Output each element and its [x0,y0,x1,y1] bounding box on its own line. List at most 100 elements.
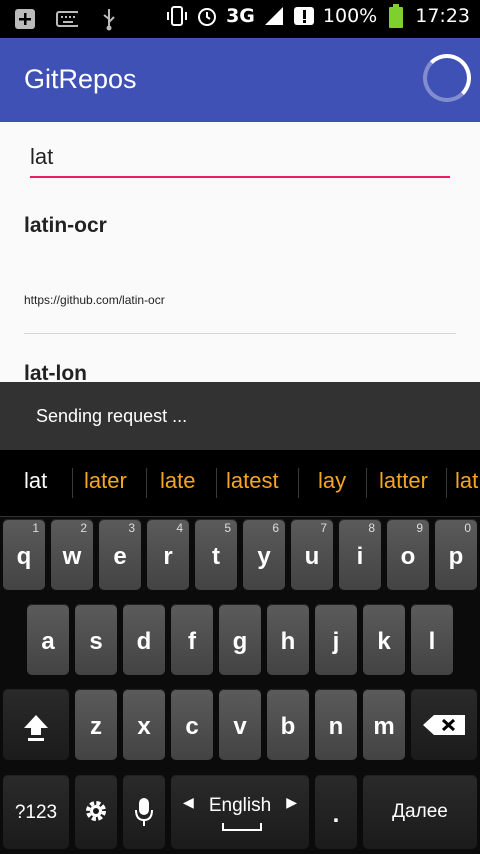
key-a[interactable]: a [27,604,69,675]
key-label: x [137,713,151,740]
key-label: o [400,543,416,570]
status-notifications [14,8,120,31]
key-hint: 3 [128,521,135,535]
key-label: . [332,801,340,828]
suggestion-item[interactable]: late [160,468,195,494]
key-r[interactable]: 4r [147,519,189,590]
key-label: a [41,628,55,655]
repo-name[interactable]: latin-ocr [24,214,107,238]
key-hint: 9 [416,521,423,535]
app-bar: GitRepos [0,38,480,122]
key-hint: 7 [320,521,327,535]
key-v[interactable]: v [219,689,261,760]
key-hint: 0 [464,521,471,535]
suggestion-divider [146,468,147,498]
key-label: n [328,713,344,740]
key-label: c [185,713,199,740]
key-t[interactable]: 5t [195,519,237,590]
app-title: GitRepos [24,64,137,94]
battery-icon [385,4,407,28]
key-g[interactable]: g [219,604,261,675]
suggestion-typed[interactable]: lat [24,468,47,494]
key-label: q [16,543,32,570]
key-m[interactable]: m [363,689,405,760]
key-hint: 4 [176,521,183,535]
suggestion-item[interactable]: lat [455,468,478,494]
key-j[interactable]: j [315,604,357,675]
microphone-icon [134,797,154,831]
main-content: latin-ocr https://github.com/latin-ocr l… [0,122,480,382]
space-key[interactable]: ◀ English ▶ [171,775,309,849]
snackbar-text: Sending request ... [36,406,188,426]
key-d[interactable]: d [123,604,165,675]
key-y[interactable]: 6y [243,519,285,590]
key-label: h [280,628,296,655]
add-box-icon [14,8,36,30]
key-label: ?123 [14,802,58,823]
key-l[interactable]: l [411,604,453,675]
key-label: b [280,713,296,740]
key-label: r [163,543,173,570]
backspace-key[interactable] [411,689,477,760]
key-hint: 6 [272,521,279,535]
key-label: s [89,628,103,655]
key-x[interactable]: x [123,689,165,760]
key-n[interactable]: n [315,689,357,760]
loading-spinner-icon [423,54,471,102]
alarm-icon [196,5,218,27]
key-label: i [356,543,364,570]
suggestion-divider [72,468,73,498]
gear-icon [84,799,108,827]
soft-keyboard: 1q 2w 3e 4r 5t 6y 7u 8i 9o 0p a s d f g … [0,517,480,854]
key-label: v [233,713,247,740]
space-bar-icon [222,823,262,831]
key-hint: 5 [224,521,231,535]
enter-key[interactable]: Далее [363,775,477,849]
key-w[interactable]: 2w [51,519,93,590]
alert-icon [293,5,315,27]
clock: 17:23 [415,5,470,27]
key-hint: 1 [32,521,39,535]
key-o[interactable]: 9o [387,519,429,590]
voice-input-key[interactable] [123,775,165,849]
repo-url[interactable]: https://github.com/latin-ocr [24,293,165,307]
suggestion-divider [366,468,367,498]
key-s[interactable]: s [75,604,117,675]
key-hint: 2 [80,521,87,535]
period-key[interactable]: . [315,775,357,849]
suggestion-strip: lat later late latest lay latter lat [0,450,480,517]
key-label: g [232,628,248,655]
key-k[interactable]: k [363,604,405,675]
key-b[interactable]: b [267,689,309,760]
key-label: z [90,713,102,740]
key-e[interactable]: 3e [99,519,141,590]
key-u[interactable]: 7u [291,519,333,590]
key-label: m [373,713,395,740]
suggestion-item[interactable]: latest [226,468,279,494]
search-input[interactable] [30,138,450,178]
key-i[interactable]: 8i [339,519,381,590]
shift-icon [22,713,50,745]
repo-name[interactable]: lat-lon [24,362,87,382]
key-c[interactable]: c [171,689,213,760]
settings-key[interactable] [75,775,117,849]
suggestion-item[interactable]: lay [318,468,346,494]
key-z[interactable]: z [75,689,117,760]
status-indicators: 3G 100% 17:23 [166,4,470,28]
suggestion-item[interactable]: later [84,468,127,494]
key-q[interactable]: 1q [3,519,45,590]
key-label: j [332,628,340,655]
snackbar: Sending request ... [0,382,480,450]
key-h[interactable]: h [267,604,309,675]
shift-key[interactable] [3,689,69,760]
keyboard-icon [56,8,78,30]
list-divider [24,333,456,334]
status-bar: 3G 100% 17:23 [0,0,480,38]
suggestion-divider [216,468,217,498]
key-p[interactable]: 0p [435,519,477,590]
key-label: l [428,628,436,655]
key-f[interactable]: f [171,604,213,675]
suggestion-item[interactable]: latter [379,468,428,494]
numbers-key[interactable]: ?123 [3,775,69,849]
suggestion-divider [298,468,299,498]
